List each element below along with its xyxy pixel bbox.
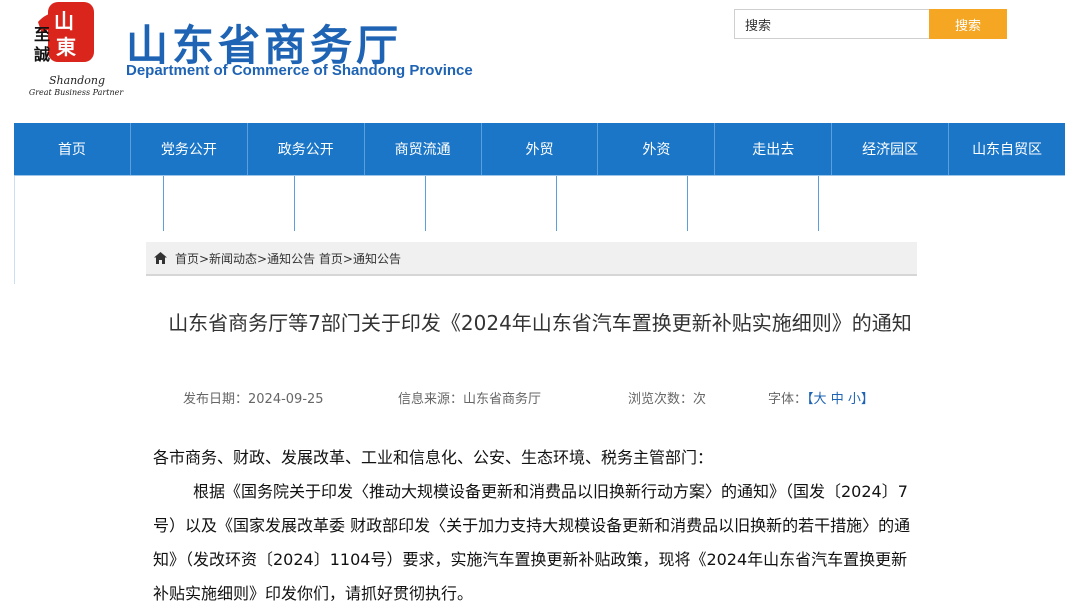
subnav-divider: [687, 176, 688, 231]
svg-text:東: 東: [56, 35, 76, 59]
info-source: 信息来源：山东省商务厅: [398, 388, 541, 407]
article-salutation: 各市商务、财政、发展改革、工业和信息化、公安、生态环境、税务主管部门：: [153, 448, 714, 467]
view-count-label: 浏览次数：: [628, 392, 694, 407]
font-size-medium-link[interactable]: 中: [831, 392, 844, 407]
font-size-control: 字体：【大 中 小】: [768, 388, 874, 407]
publish-date-value: 2024-09-25: [248, 392, 324, 407]
nav-item-free-trade-zone[interactable]: 山东自贸区: [949, 123, 1065, 175]
nav-item-foreign-trade[interactable]: 外贸: [482, 123, 599, 175]
nav-item-home[interactable]: 首页: [14, 123, 131, 175]
svg-text:山: 山: [54, 9, 74, 33]
view-count-unit: 次: [693, 392, 707, 407]
nav-item-government-affairs[interactable]: 政务公开: [248, 123, 365, 175]
article-paragraph: 根据《国务院关于印发〈推动大规模设备更新和消费品以旧换新行动方案〉的通知》（国发…: [153, 482, 911, 603]
publish-date: 发布日期：2024-09-25: [183, 388, 324, 407]
site-subtitle: Department of Commerce of Shandong Provi…: [126, 62, 473, 79]
site-header: 山 東 至 誠 Shandong Great Business Partner …: [0, 0, 1080, 112]
logo-english-line1: Shandong: [48, 74, 106, 87]
subnav-divider: [818, 176, 819, 231]
font-size-large-link[interactable]: 大: [814, 392, 827, 407]
subnav-divider: [163, 176, 164, 231]
article-title: 山东省商务厅等7部门关于印发《2024年山东省汽车置换更新补贴实施细则》的通知: [168, 311, 912, 335]
search-input[interactable]: 搜索: [734, 9, 930, 39]
article-meta: 发布日期：2024-09-25 信息来源：山东省商务厅 浏览次数：次 字体：【大…: [0, 388, 1080, 408]
nav-item-going-global[interactable]: 走出去: [715, 123, 833, 175]
site-logo[interactable]: 山 東 至 誠 Shandong Great Business Partner: [12, 0, 123, 102]
nav-item-economic-parks[interactable]: 经济园区: [832, 123, 950, 175]
svg-text:至: 至: [34, 25, 50, 44]
font-size-label: 字体：: [768, 392, 808, 407]
nav-item-trade-circulation[interactable]: 商贸流通: [365, 123, 482, 175]
breadcrumb: 首页>新闻动态>通知公告 首页>通知公告: [146, 242, 917, 276]
publish-date-label: 发布日期：: [183, 392, 249, 407]
main-nav: 首页 党务公开 政务公开 商贸流通 外贸 外资 走出去 经济园区 山东自贸区: [14, 123, 1065, 176]
font-bracket-close: 】: [860, 392, 874, 407]
info-source-value: 山东省商务厅: [463, 392, 542, 407]
nav-item-party-affairs[interactable]: 党务公开: [131, 123, 248, 175]
view-count: 浏览次数：次: [628, 388, 706, 407]
info-source-label: 信息来源：: [398, 392, 464, 407]
home-icon[interactable]: [154, 252, 167, 264]
nav-item-foreign-investment[interactable]: 外资: [598, 123, 716, 175]
subnav-dividers: [14, 176, 1065, 231]
subnav-divider: [556, 176, 557, 231]
logo-english-line2: Great Business Partner: [28, 88, 124, 97]
svg-text:誠: 誠: [34, 45, 50, 64]
logo-stamp-icon: 山 東 至 誠: [34, 2, 94, 64]
search-button[interactable]: 搜索: [929, 9, 1007, 39]
subnav-divider: [294, 176, 295, 231]
article-body: 各市商务、财政、发展改革、工业和信息化、公安、生态环境、税务主管部门： 根据《国…: [153, 441, 913, 607]
subnav-divider: [425, 176, 426, 231]
breadcrumb-text[interactable]: 首页>新闻动态>通知公告 首页>通知公告: [175, 250, 401, 267]
font-size-small-link[interactable]: 小: [848, 392, 861, 407]
